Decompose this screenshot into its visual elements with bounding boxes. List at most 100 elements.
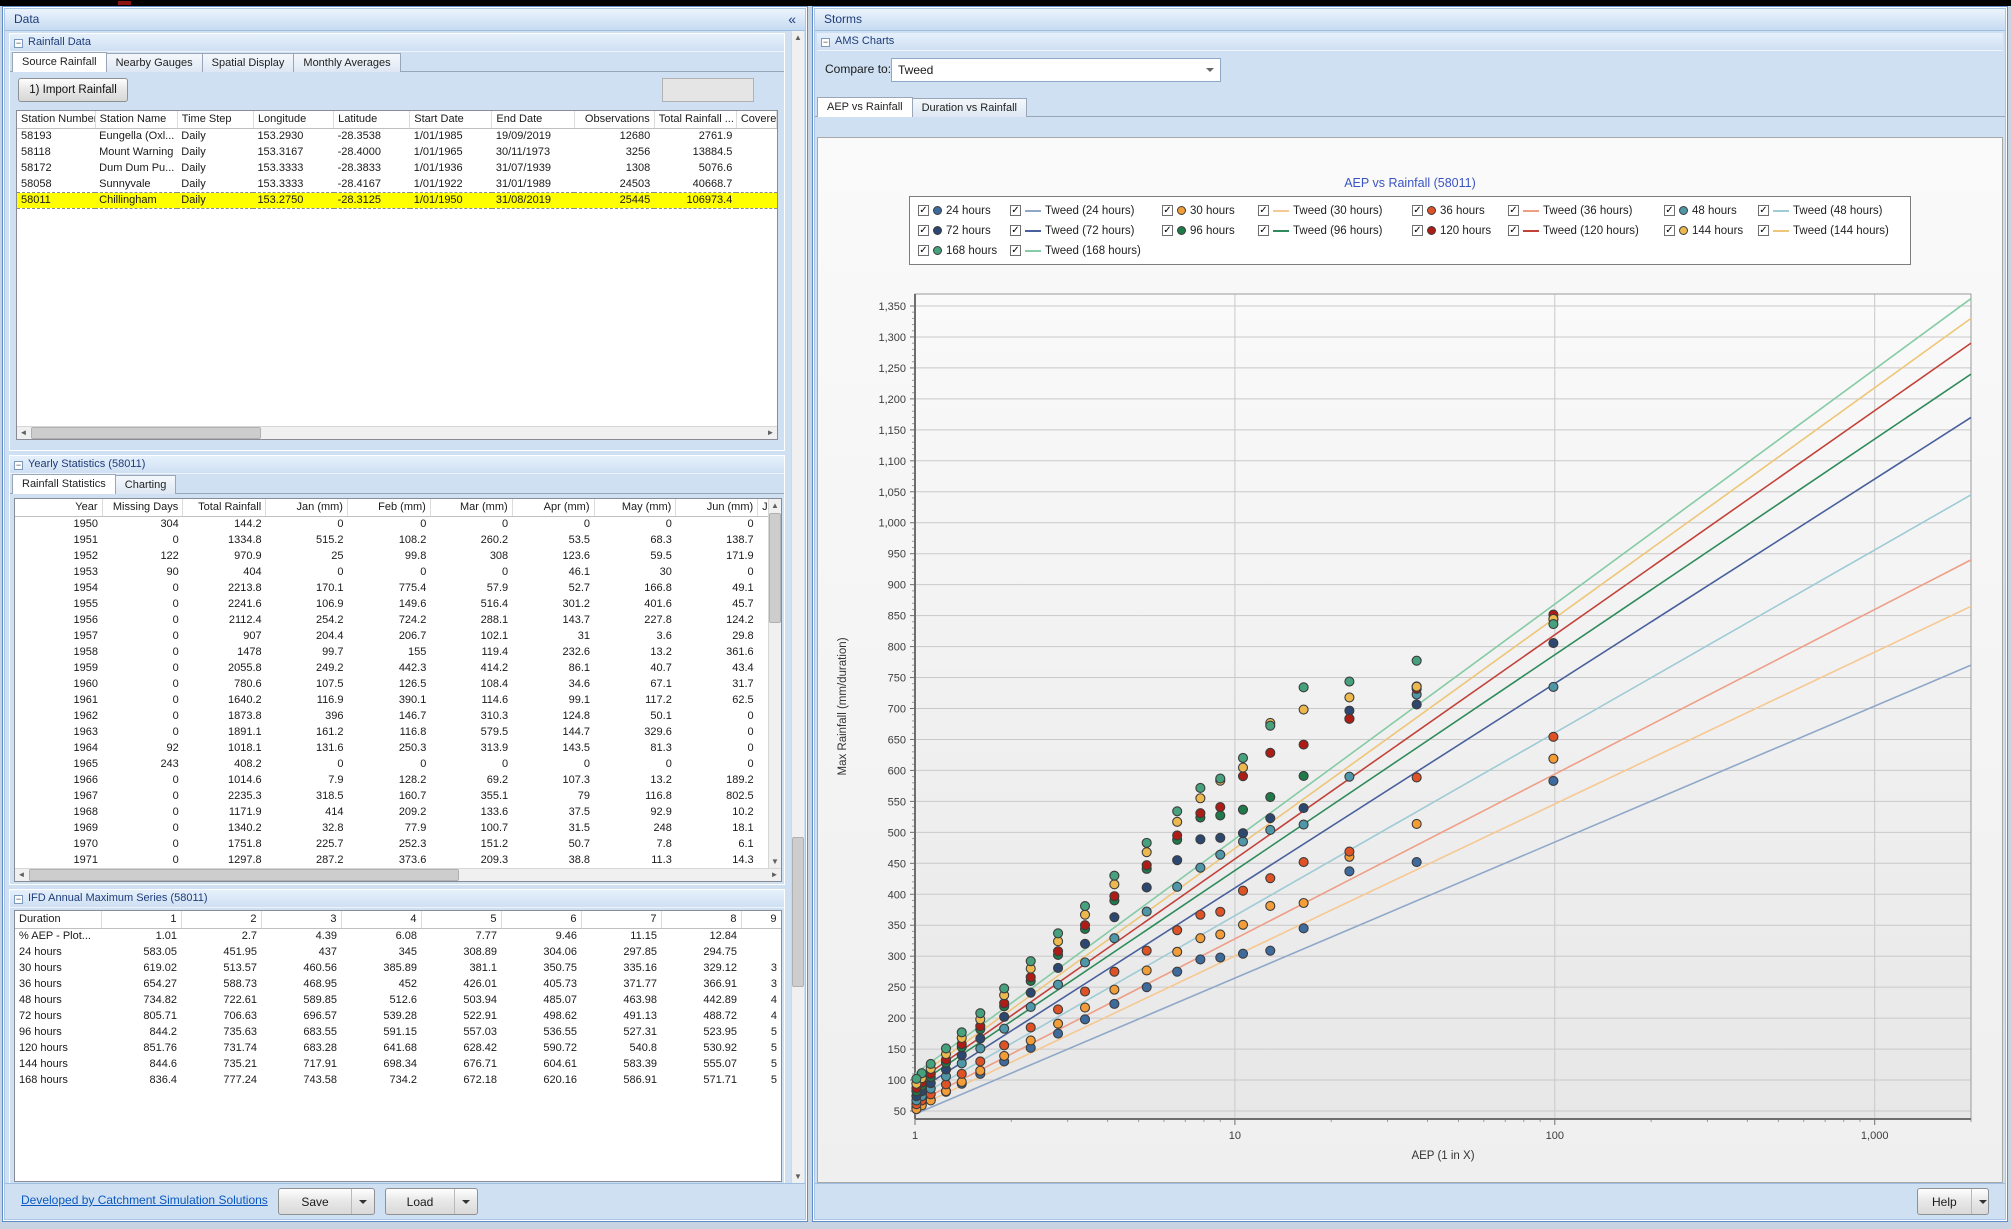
yearly-table-vscrollbar[interactable]: ▲ ▼ <box>768 499 781 868</box>
scrollbar-thumb[interactable] <box>792 837 804 987</box>
legend-checkbox[interactable]: ✓ <box>918 205 929 216</box>
legend-checkbox[interactable]: ✓ <box>1664 225 1675 236</box>
import-rainfall-button[interactable]: 1) Import Rainfall <box>18 78 128 102</box>
column-header[interactable]: End Date <box>492 111 574 128</box>
table-row[interactable]: 1965243408.2000000 <box>15 756 781 772</box>
station-table-hscrollbar[interactable]: ◄ ► <box>17 426 777 439</box>
scrollbar-thumb[interactable] <box>31 427 261 439</box>
collapse-group-icon[interactable]: − <box>14 895 23 904</box>
column-header[interactable]: Longitude <box>253 111 333 128</box>
column-header[interactable]: Latitude <box>334 111 410 128</box>
column-header[interactable]: Duration <box>15 911 101 928</box>
table-row[interactable]: 19580147899.7155119.4232.613.2361.6 <box>15 644 781 660</box>
table-row[interactable]: 58172Dum Dum Pu...Daily153.3333-28.38331… <box>17 160 777 176</box>
rainfall-data-group-header[interactable]: −Rainfall Data <box>10 34 784 52</box>
column-header[interactable]: Station Number <box>17 111 95 128</box>
scroll-down-icon[interactable]: ▼ <box>769 855 781 868</box>
table-row[interactable]: 19539040400046.1300 <box>15 564 781 580</box>
legend-checkbox[interactable]: ✓ <box>1508 205 1519 216</box>
collapse-panel-icon[interactable]: « <box>788 9 796 30</box>
ifd-group-header[interactable]: −IFD Annual Maximum Series (58011) <box>10 890 784 908</box>
legend-checkbox[interactable]: ✓ <box>1758 225 1769 236</box>
table-row[interactable]: 19600780.6107.5126.5108.434.667.131.7 <box>15 676 781 692</box>
legend-checkbox[interactable]: ✓ <box>1258 225 1269 236</box>
legend-checkbox[interactable]: ✓ <box>1508 225 1519 236</box>
table-row[interactable]: 168 hours836.4777.24743.58734.2672.18620… <box>15 1072 781 1088</box>
legend-checkbox[interactable]: ✓ <box>1162 225 1173 236</box>
scroll-left-icon[interactable]: ◄ <box>15 869 28 881</box>
collapse-group-icon[interactable]: − <box>14 39 23 48</box>
table-row[interactable]: 196601014.67.9128.269.2107.313.2189.2 <box>15 772 781 788</box>
column-header[interactable]: Observations <box>574 111 654 128</box>
table-row[interactable]: 58011ChillinghamDaily153.2750-28.31251/0… <box>17 192 777 208</box>
collapse-group-icon[interactable]: − <box>821 38 830 47</box>
scroll-up-icon[interactable]: ▲ <box>769 499 781 512</box>
table-row[interactable]: 58058SunnyvaleDaily153.3333-28.41671/01/… <box>17 176 777 192</box>
column-header[interactable]: 5 <box>421 911 501 928</box>
column-header[interactable]: 6 <box>501 911 581 928</box>
table-row[interactable]: 30 hours619.02513.57460.56385.89381.1350… <box>15 960 781 976</box>
column-header[interactable]: 1 <box>101 911 181 928</box>
legend-checkbox[interactable]: ✓ <box>1412 205 1423 216</box>
column-header[interactable]: Total Rainfall <box>183 499 266 516</box>
help-button[interactable]: Help <box>1917 1188 1989 1215</box>
table-row[interactable]: 197001751.8225.7252.3151.250.77.86.1 <box>15 836 781 852</box>
table-row[interactable]: 96 hours844.2735.63683.55591.15557.03536… <box>15 1024 781 1040</box>
table-row[interactable]: 1950304144.2000000 <box>15 516 781 532</box>
tab-charting[interactable]: Charting <box>115 475 177 494</box>
column-header[interactable]: 9 <box>741 911 781 928</box>
column-header[interactable]: Mar (mm) <box>430 499 512 516</box>
table-row[interactable]: 24 hours583.05451.95437345308.89304.0629… <box>15 944 781 960</box>
table-row[interactable]: 58193Eungella (Oxl...Daily153.2930-28.35… <box>17 128 777 144</box>
table-row[interactable]: 36 hours654.27588.73468.95452426.01405.7… <box>15 976 781 992</box>
scroll-up-icon[interactable]: ▲ <box>792 31 804 44</box>
table-row[interactable]: 195902055.8249.2442.3414.286.140.743.4 <box>15 660 781 676</box>
column-header[interactable]: Covere <box>736 111 776 128</box>
legend-checkbox[interactable]: ✓ <box>1010 245 1021 256</box>
table-row[interactable]: 195402213.8170.1775.457.952.7166.849.1 <box>15 580 781 596</box>
tab-monthly-averages[interactable]: Monthly Averages <box>293 53 400 72</box>
table-row[interactable]: 196201873.8396146.7310.3124.850.10 <box>15 708 781 724</box>
table-row[interactable]: 196101640.2116.9390.1114.699.1117.262.5 <box>15 692 781 708</box>
table-row[interactable]: 196301891.1161.2116.8579.5144.7329.60 <box>15 724 781 740</box>
table-row[interactable]: 196901340.232.877.9100.731.524818.1 <box>15 820 781 836</box>
scrollbar-thumb[interactable] <box>29 869 459 881</box>
column-header[interactable]: Jan (mm) <box>266 499 348 516</box>
legend-checkbox[interactable]: ✓ <box>1412 225 1423 236</box>
legend-checkbox[interactable]: ✓ <box>1258 205 1269 216</box>
column-header[interactable]: 7 <box>581 911 661 928</box>
load-dropdown-icon[interactable] <box>454 1189 477 1214</box>
ams-charts-group-header[interactable]: −AMS Charts <box>817 33 2003 51</box>
table-row[interactable]: 196801171.9414209.2133.637.592.910.2 <box>15 804 781 820</box>
table-row[interactable]: 195502241.6106.9149.6516.4301.2401.645.7 <box>15 596 781 612</box>
column-header[interactable]: 8 <box>661 911 741 928</box>
load-button[interactable]: Load <box>385 1188 478 1215</box>
tab-source-rainfall[interactable]: Source Rainfall <box>12 52 107 72</box>
column-header[interactable]: 2 <box>181 911 261 928</box>
column-header[interactable]: Total Rainfall ... <box>654 111 736 128</box>
table-row[interactable]: 48 hours734.82722.61589.85512.6503.94485… <box>15 992 781 1008</box>
table-row[interactable]: % AEP - Plot...1.012.74.396.087.779.4611… <box>15 928 781 944</box>
tab-aep-vs-rainfall[interactable]: AEP vs Rainfall <box>817 97 913 117</box>
table-row[interactable]: 144 hours844.6735.21717.91698.34676.7160… <box>15 1056 781 1072</box>
legend-checkbox[interactable]: ✓ <box>918 245 929 256</box>
data-panel-vscrollbar[interactable]: ▲ ▼ <box>791 31 804 1183</box>
table-row[interactable]: 1952122970.92599.8308123.659.5171.9 <box>15 548 781 564</box>
table-row[interactable]: 72 hours805.71706.63696.57539.28522.9149… <box>15 1008 781 1024</box>
column-header[interactable]: Year <box>15 499 102 516</box>
column-header[interactable]: 3 <box>261 911 341 928</box>
column-header[interactable]: 4 <box>341 911 421 928</box>
tab-duration-vs-rainfall[interactable]: Duration vs Rainfall <box>912 98 1027 117</box>
save-button[interactable]: Save <box>278 1188 375 1215</box>
table-row[interactable]: 1964921018.1131.6250.3313.9143.581.30 <box>15 740 781 756</box>
table-row[interactable]: 197101297.8287.2373.6209.338.811.314.3 <box>15 852 781 868</box>
scroll-right-icon[interactable]: ► <box>764 427 777 439</box>
yearly-statistics-group-header[interactable]: −Yearly Statistics (58011) <box>10 456 784 474</box>
table-row[interactable]: 58118Mount WarningDaily153.3167-28.40001… <box>17 144 777 160</box>
column-header[interactable]: May (mm) <box>594 499 676 516</box>
help-dropdown-icon[interactable] <box>1971 1189 1994 1214</box>
table-row[interactable]: 196702235.3318.5160.7355.179116.8802.5 <box>15 788 781 804</box>
table-row[interactable]: 195101334.8515.2108.2260.253.568.3138.7 <box>15 532 781 548</box>
scroll-down-icon[interactable]: ▼ <box>792 1170 804 1183</box>
legend-checkbox[interactable]: ✓ <box>1010 225 1021 236</box>
